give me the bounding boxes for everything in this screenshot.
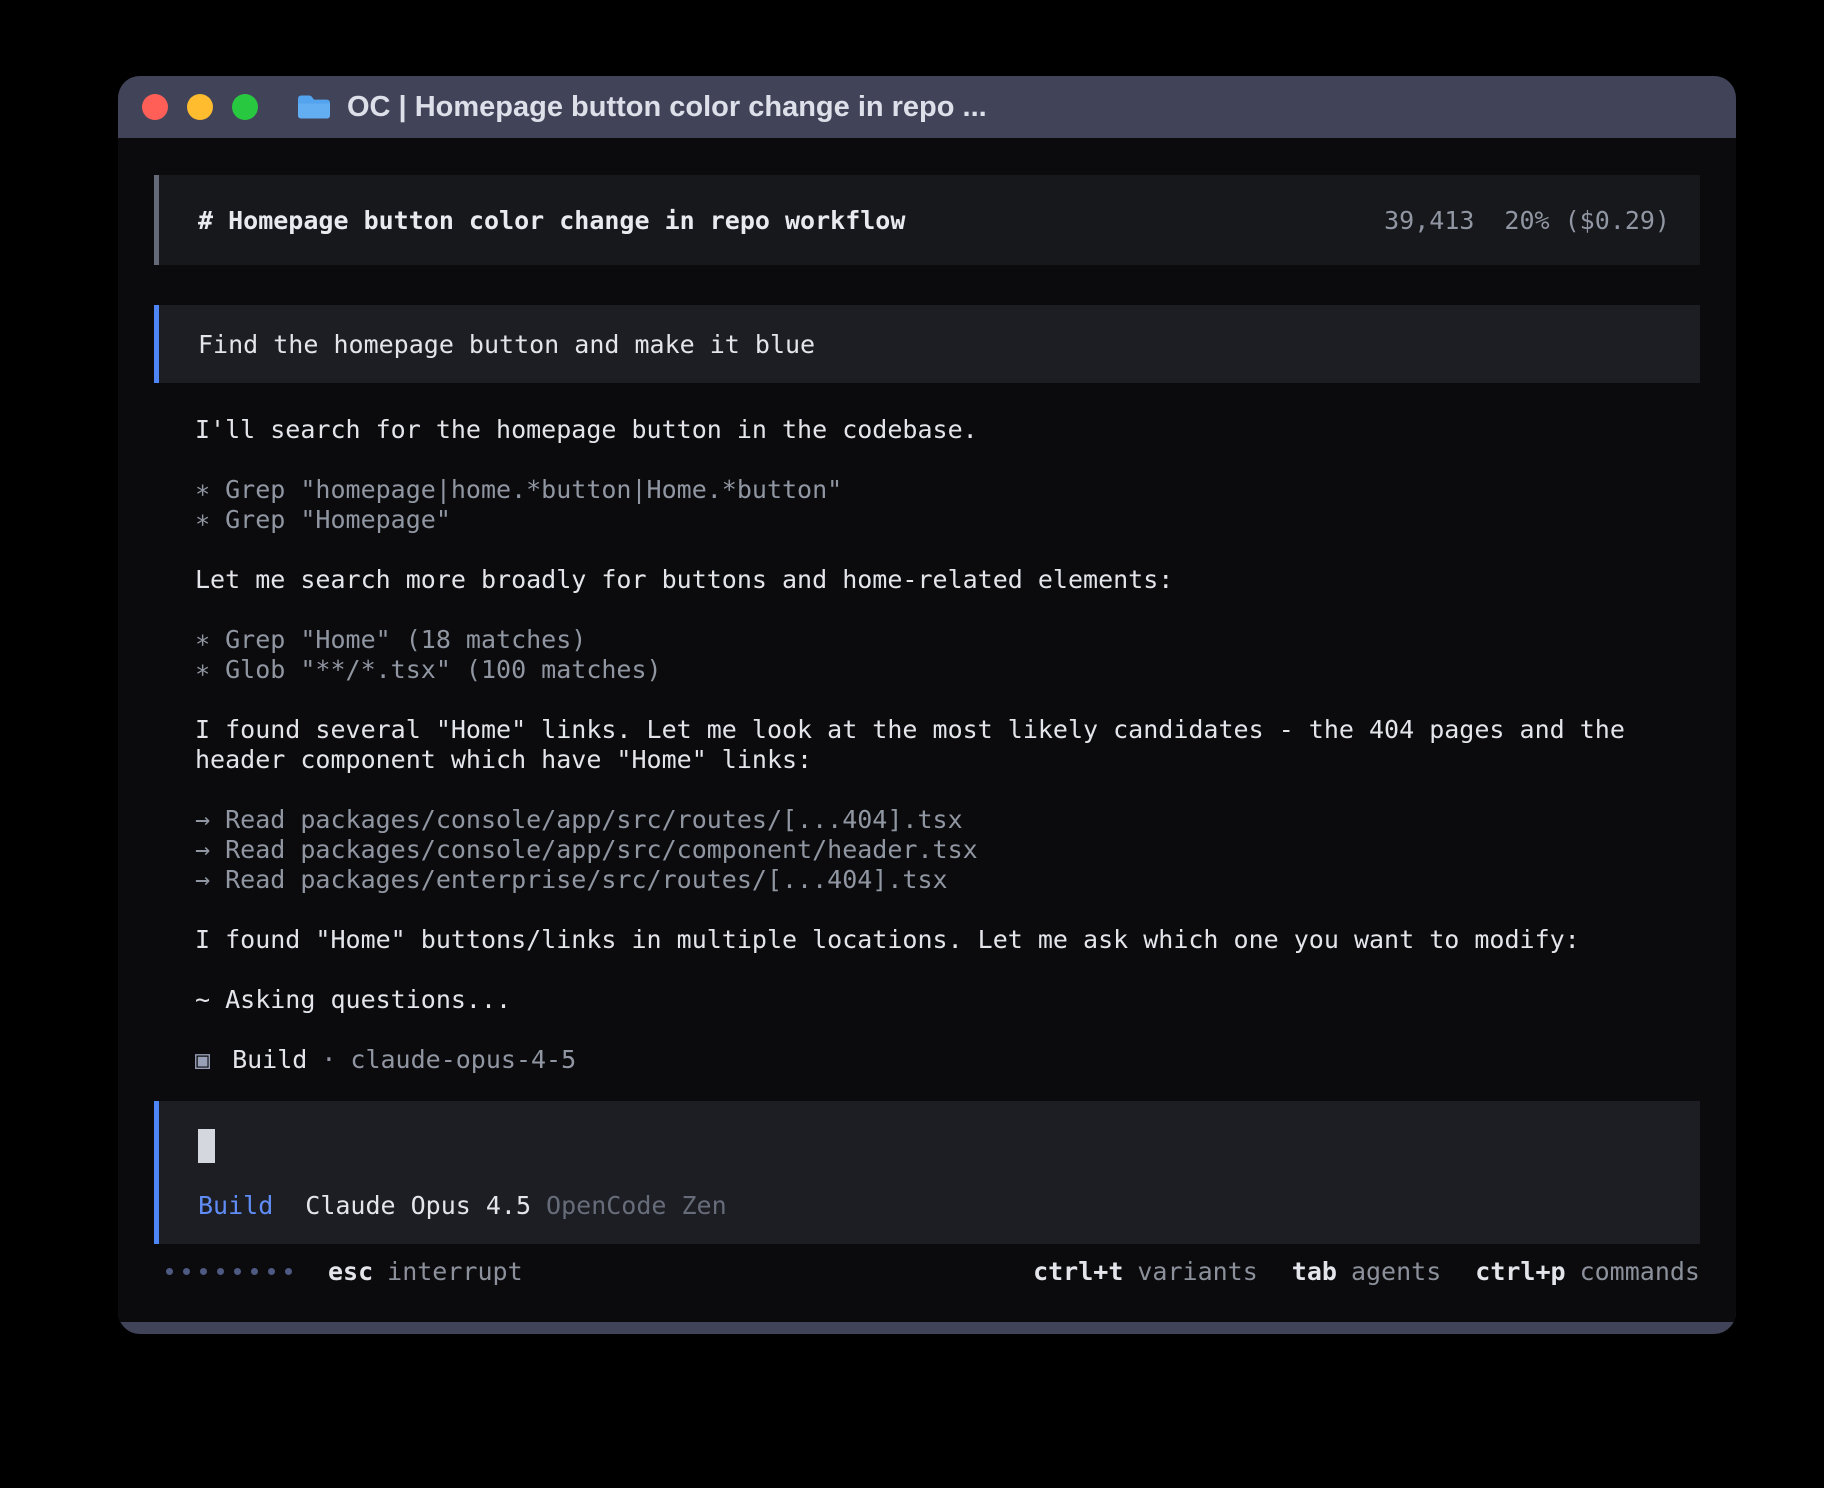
tool-call: ∗ Grep "Home" (18 matches) — [195, 625, 1700, 655]
spinner-dot — [166, 1268, 173, 1275]
text-cursor — [198, 1129, 215, 1163]
shortcut-key: tab — [1292, 1257, 1337, 1286]
shortcut-key: ctrl+p — [1475, 1257, 1565, 1286]
tool-call: → Read packages/enterprise/src/routes/[.… — [195, 865, 1700, 895]
shortcut-commands: ctrl+p commands — [1475, 1257, 1700, 1286]
tool-call-group: → Read packages/console/app/src/routes/[… — [195, 805, 1700, 895]
spinner-dots — [166, 1268, 292, 1275]
traffic-light-minimize[interactable] — [187, 94, 213, 120]
assistant-text: Let me search more broadly for buttons a… — [195, 565, 1700, 595]
context-usage: 20% ($0.29) — [1504, 206, 1670, 235]
tool-call-group: ∗ Grep "homepage|home.*button|Home.*butt… — [195, 475, 1700, 535]
agent-name: Build — [232, 1045, 307, 1075]
spinner-dot — [200, 1268, 207, 1275]
terminal-window: OC | Homepage button color change in rep… — [118, 76, 1736, 1334]
tool-call: ∗ Grep "homepage|home.*button|Home.*butt… — [195, 475, 1700, 505]
agent-separator: · — [321, 1045, 336, 1075]
tool-call: ∗ Glob "**/*.tsx" (100 matches) — [195, 655, 1700, 685]
spinner-dot — [217, 1268, 224, 1275]
spinner-dot — [234, 1268, 241, 1275]
shortcut-label: variants — [1137, 1257, 1257, 1286]
conversation: I'll search for the homepage button in t… — [195, 415, 1700, 1075]
shortcut-key: ctrl+t — [1033, 1257, 1123, 1286]
model-name: Claude Opus 4.5 — [305, 1191, 531, 1220]
shortcut-key: esc — [328, 1257, 373, 1286]
shortcut-agents: tab agents — [1292, 1257, 1441, 1286]
shortcut-variants: ctrl+t variants — [1033, 1257, 1258, 1286]
input-meta: Build Claude Opus 4.5 OpenCode Zen — [198, 1191, 1670, 1220]
shortcut-label: commands — [1580, 1257, 1700, 1286]
traffic-light-close[interactable] — [142, 94, 168, 120]
spinner-dot — [183, 1268, 190, 1275]
agent-icon: ▣ — [195, 1045, 210, 1075]
status-bar: esc interrupt ctrl+t variants tab agents… — [154, 1257, 1700, 1286]
shortcut-label: agents — [1351, 1257, 1441, 1286]
traffic-light-zoom[interactable] — [232, 94, 258, 120]
shortcut-interrupt: esc interrupt — [328, 1257, 523, 1286]
user-message: Find the homepage button and make it blu… — [154, 305, 1700, 383]
assistant-text: I'll search for the homepage button in t… — [195, 415, 1700, 445]
model-provider: OpenCode Zen — [546, 1191, 727, 1220]
titlebar: OC | Homepage button color change in rep… — [118, 76, 1736, 138]
tool-call-group: ∗ Grep "Home" (18 matches) ∗ Glob "**/*.… — [195, 625, 1700, 685]
session-stats: 39,413 20% ($0.29) — [1384, 206, 1670, 235]
folder-icon — [296, 93, 332, 121]
tool-call: ∗ Grep "Homepage" — [195, 505, 1700, 535]
agent-model: claude-opus-4-5 — [350, 1045, 576, 1075]
user-message-text: Find the homepage button and make it blu… — [198, 330, 815, 359]
prompt-input[interactable]: Build Claude Opus 4.5 OpenCode Zen — [154, 1101, 1700, 1244]
token-count: 39,413 — [1384, 206, 1474, 235]
agent-mode-label[interactable]: Build — [198, 1191, 273, 1220]
status-line: ~ Asking questions... — [195, 985, 1700, 1015]
session-title: # Homepage button color change in repo w… — [198, 206, 905, 235]
assistant-text: I found "Home" buttons/links in multiple… — [195, 925, 1700, 955]
tool-call: → Read packages/console/app/src/routes/[… — [195, 805, 1700, 835]
spinner-dot — [285, 1268, 292, 1275]
spinner-dot — [268, 1268, 275, 1275]
shortcut-label: interrupt — [387, 1257, 522, 1286]
assistant-text: I found several "Home" links. Let me loo… — [195, 715, 1700, 775]
terminal-content: # Homepage button color change in repo w… — [118, 138, 1736, 1322]
session-header: # Homepage button color change in repo w… — [154, 175, 1700, 265]
spinner-dot — [251, 1268, 258, 1275]
agent-row: ▣ Build · claude-opus-4-5 — [195, 1045, 1700, 1075]
tool-call: → Read packages/console/app/src/componen… — [195, 835, 1700, 865]
window-title: OC | Homepage button color change in rep… — [347, 91, 987, 124]
